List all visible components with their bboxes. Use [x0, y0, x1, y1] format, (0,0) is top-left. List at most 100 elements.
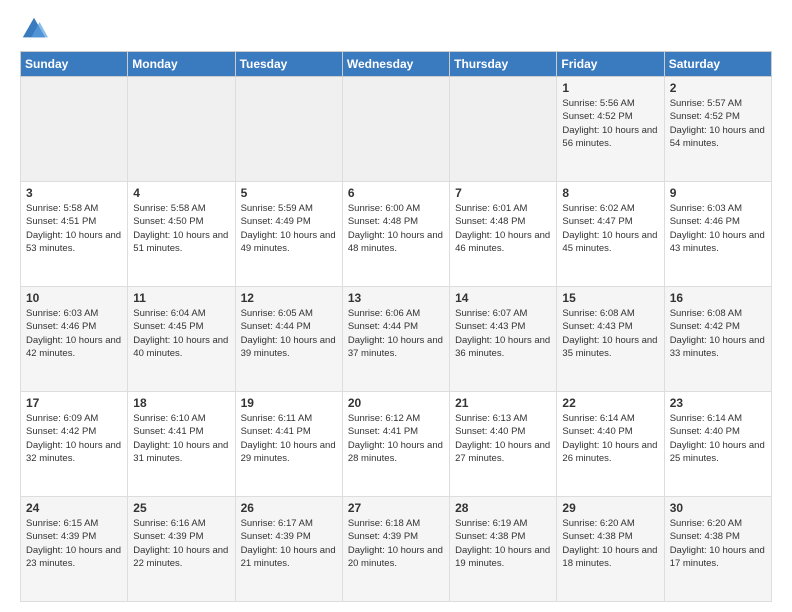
day-number: 21 [455, 396, 551, 410]
calendar-cell: 12 Sunrise: 6:05 AMSunset: 4:44 PMDayligh… [235, 287, 342, 392]
calendar-cell: 22 Sunrise: 6:14 AMSunset: 4:40 PMDayligh… [557, 392, 664, 497]
weekday-header-tuesday: Tuesday [235, 52, 342, 77]
day-number: 8 [562, 186, 658, 200]
day-number: 1 [562, 81, 658, 95]
day-info: Sunrise: 6:05 AMSunset: 4:44 PMDaylight:… [241, 307, 337, 360]
calendar-cell: 5 Sunrise: 5:59 AMSunset: 4:49 PMDaylight… [235, 182, 342, 287]
day-info: Sunrise: 6:14 AMSunset: 4:40 PMDaylight:… [670, 412, 766, 465]
calendar-cell: 6 Sunrise: 6:00 AMSunset: 4:48 PMDaylight… [342, 182, 449, 287]
calendar-cell [342, 77, 449, 182]
calendar-cell: 13 Sunrise: 6:06 AMSunset: 4:44 PMDayligh… [342, 287, 449, 392]
day-number: 12 [241, 291, 337, 305]
calendar-table: SundayMondayTuesdayWednesdayThursdayFrid… [20, 51, 772, 602]
calendar-cell: 11 Sunrise: 6:04 AMSunset: 4:45 PMDayligh… [128, 287, 235, 392]
day-info: Sunrise: 5:59 AMSunset: 4:49 PMDaylight:… [241, 202, 337, 255]
calendar-cell: 1 Sunrise: 5:56 AMSunset: 4:52 PMDaylight… [557, 77, 664, 182]
day-info: Sunrise: 6:00 AMSunset: 4:48 PMDaylight:… [348, 202, 444, 255]
day-info: Sunrise: 6:08 AMSunset: 4:42 PMDaylight:… [670, 307, 766, 360]
day-info: Sunrise: 6:03 AMSunset: 4:46 PMDaylight:… [26, 307, 122, 360]
day-number: 11 [133, 291, 229, 305]
day-info: Sunrise: 6:03 AMSunset: 4:46 PMDaylight:… [670, 202, 766, 255]
calendar-cell: 9 Sunrise: 6:03 AMSunset: 4:46 PMDaylight… [664, 182, 771, 287]
day-info: Sunrise: 6:13 AMSunset: 4:40 PMDaylight:… [455, 412, 551, 465]
day-number: 2 [670, 81, 766, 95]
weekday-header-thursday: Thursday [450, 52, 557, 77]
day-info: Sunrise: 5:56 AMSunset: 4:52 PMDaylight:… [562, 97, 658, 150]
day-number: 23 [670, 396, 766, 410]
calendar-cell: 10 Sunrise: 6:03 AMSunset: 4:46 PMDayligh… [21, 287, 128, 392]
page: SundayMondayTuesdayWednesdayThursdayFrid… [0, 0, 792, 612]
day-info: Sunrise: 6:12 AMSunset: 4:41 PMDaylight:… [348, 412, 444, 465]
calendar-cell: 19Sunrise: 6:11 AMSunset: 4:41 PMDayligh… [235, 392, 342, 497]
logo [20, 15, 50, 43]
day-info: Sunrise: 6:04 AMSunset: 4:45 PMDaylight:… [133, 307, 229, 360]
calendar-week-1: 1 Sunrise: 5:56 AMSunset: 4:52 PMDaylight… [21, 77, 772, 182]
day-info: Sunrise: 6:18 AMSunset: 4:39 PMDaylight:… [348, 517, 444, 570]
day-info: Sunrise: 6:14 AMSunset: 4:40 PMDaylight:… [562, 412, 658, 465]
calendar-cell: 17 Sunrise: 6:09 AMSunset: 4:42 PMDayligh… [21, 392, 128, 497]
calendar-cell [450, 77, 557, 182]
weekday-header-wednesday: Wednesday [342, 52, 449, 77]
calendar-cell: 25Sunrise: 6:16 AMSunset: 4:39 PMDayligh… [128, 497, 235, 602]
calendar-week-2: 3Sunrise: 5:58 AMSunset: 4:51 PMDaylight… [21, 182, 772, 287]
calendar-week-5: 24 Sunrise: 6:15 AMSunset: 4:39 PMDayligh… [21, 497, 772, 602]
day-number: 17 [26, 396, 122, 410]
day-number: 27 [348, 501, 444, 515]
day-number: 13 [348, 291, 444, 305]
day-info: Sunrise: 6:09 AMSunset: 4:42 PMDaylight:… [26, 412, 122, 465]
day-number: 19 [241, 396, 337, 410]
calendar-cell: 7 Sunrise: 6:01 AMSunset: 4:48 PMDaylight… [450, 182, 557, 287]
calendar-cell: 8 Sunrise: 6:02 AMSunset: 4:47 PMDaylight… [557, 182, 664, 287]
day-info: Sunrise: 6:01 AMSunset: 4:48 PMDaylight:… [455, 202, 551, 255]
calendar-week-3: 10 Sunrise: 6:03 AMSunset: 4:46 PMDayligh… [21, 287, 772, 392]
day-info: Sunrise: 6:15 AMSunset: 4:39 PMDaylight:… [26, 517, 122, 570]
day-info: Sunrise: 6:20 AMSunset: 4:38 PMDaylight:… [670, 517, 766, 570]
day-info: Sunrise: 6:19 AMSunset: 4:38 PMDaylight:… [455, 517, 551, 570]
calendar-cell: 24 Sunrise: 6:15 AMSunset: 4:39 PMDayligh… [21, 497, 128, 602]
calendar-cell: 2 Sunrise: 5:57 AMSunset: 4:52 PMDaylight… [664, 77, 771, 182]
calendar-week-4: 17 Sunrise: 6:09 AMSunset: 4:42 PMDayligh… [21, 392, 772, 497]
day-info: Sunrise: 5:57 AMSunset: 4:52 PMDaylight:… [670, 97, 766, 150]
day-number: 10 [26, 291, 122, 305]
calendar-cell [235, 77, 342, 182]
weekday-header-monday: Monday [128, 52, 235, 77]
day-number: 7 [455, 186, 551, 200]
weekday-header-saturday: Saturday [664, 52, 771, 77]
day-number: 20 [348, 396, 444, 410]
calendar-cell: 30Sunrise: 6:20 AMSunset: 4:38 PMDayligh… [664, 497, 771, 602]
calendar-cell: 20 Sunrise: 6:12 AMSunset: 4:41 PMDayligh… [342, 392, 449, 497]
calendar-body: 1 Sunrise: 5:56 AMSunset: 4:52 PMDaylight… [21, 77, 772, 602]
day-number: 5 [241, 186, 337, 200]
calendar-cell: 27 Sunrise: 6:18 AMSunset: 4:39 PMDayligh… [342, 497, 449, 602]
day-number: 16 [670, 291, 766, 305]
day-number: 22 [562, 396, 658, 410]
day-info: Sunrise: 6:17 AMSunset: 4:39 PMDaylight:… [241, 517, 337, 570]
logo-icon [20, 15, 48, 43]
calendar-cell: 29Sunrise: 6:20 AMSunset: 4:38 PMDayligh… [557, 497, 664, 602]
calendar-cell: 16 Sunrise: 6:08 AMSunset: 4:42 PMDayligh… [664, 287, 771, 392]
calendar-cell: 28Sunrise: 6:19 AMSunset: 4:38 PMDayligh… [450, 497, 557, 602]
calendar-cell [21, 77, 128, 182]
day-info: Sunrise: 6:07 AMSunset: 4:43 PMDaylight:… [455, 307, 551, 360]
calendar-cell: 21 Sunrise: 6:13 AMSunset: 4:40 PMDayligh… [450, 392, 557, 497]
day-info: Sunrise: 6:06 AMSunset: 4:44 PMDaylight:… [348, 307, 444, 360]
calendar-cell: 23 Sunrise: 6:14 AMSunset: 4:40 PMDayligh… [664, 392, 771, 497]
calendar-cell [128, 77, 235, 182]
day-number: 6 [348, 186, 444, 200]
day-info: Sunrise: 6:20 AMSunset: 4:38 PMDaylight:… [562, 517, 658, 570]
calendar-cell: 14 Sunrise: 6:07 AMSunset: 4:43 PMDayligh… [450, 287, 557, 392]
day-info: Sunrise: 5:58 AMSunset: 4:50 PMDaylight:… [133, 202, 229, 255]
day-number: 25 [133, 501, 229, 515]
calendar-cell: 26 Sunrise: 6:17 AMSunset: 4:39 PMDayligh… [235, 497, 342, 602]
day-info: Sunrise: 5:58 AMSunset: 4:51 PMDaylight:… [26, 202, 122, 255]
day-number: 14 [455, 291, 551, 305]
day-info: Sunrise: 6:10 AMSunset: 4:41 PMDaylight:… [133, 412, 229, 465]
weekday-row: SundayMondayTuesdayWednesdayThursdayFrid… [21, 52, 772, 77]
day-number: 18 [133, 396, 229, 410]
day-info: Sunrise: 6:02 AMSunset: 4:47 PMDaylight:… [562, 202, 658, 255]
day-number: 4 [133, 186, 229, 200]
day-number: 26 [241, 501, 337, 515]
day-number: 24 [26, 501, 122, 515]
day-number: 9 [670, 186, 766, 200]
weekday-header-friday: Friday [557, 52, 664, 77]
